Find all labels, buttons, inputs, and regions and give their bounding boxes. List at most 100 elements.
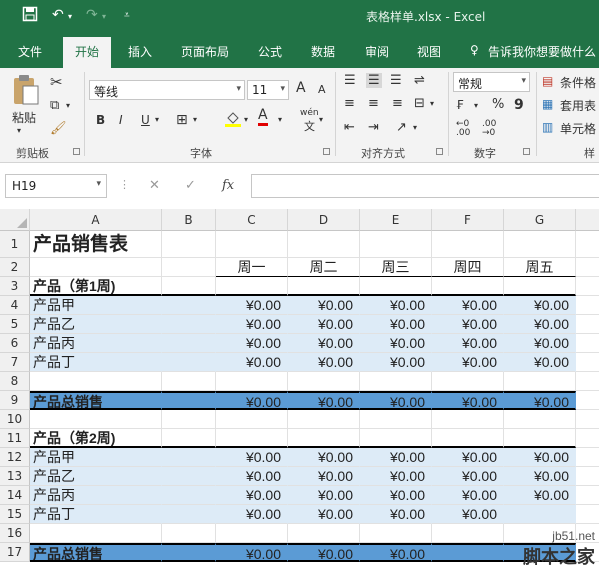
accounting-dropdown-icon[interactable]: ▾ [474,101,478,110]
cell-a[interactable]: 产品丙 [30,334,162,353]
cell-h[interactable] [576,231,599,258]
cell-value[interactable] [360,372,432,391]
cell-h[interactable] [576,486,599,505]
fill-color-dropdown-icon[interactable]: ▾ [244,115,248,124]
cell-value[interactable]: ¥0.00 [288,315,360,334]
cell-value[interactable]: ¥0.00 [504,448,576,467]
col-header-g[interactable]: G [504,209,576,231]
cell-a[interactable]: 产品（第1周) [30,277,162,296]
name-box[interactable]: H19 ▾ [5,174,107,198]
cell-b[interactable] [162,486,216,505]
cell-value[interactable] [504,505,576,524]
row-header[interactable]: 4 [0,296,30,315]
save-icon[interactable] [22,6,38,26]
phonetic-guide-icon[interactable]: wén [300,108,319,118]
increase-indent-icon[interactable]: ⇥ [368,120,379,135]
cell-h[interactable] [576,353,599,372]
formula-input[interactable] [251,174,599,198]
cell-b[interactable] [162,505,216,524]
cell-h[interactable] [576,372,599,391]
cell-value[interactable] [288,410,360,429]
cell-value[interactable] [432,277,504,296]
row-header[interactable]: 12 [0,448,30,467]
tab-file[interactable]: 文件 [18,43,42,60]
orientation-icon[interactable]: ↗ [396,120,407,135]
percent-button[interactable]: % [492,97,504,112]
undo-dropdown-icon[interactable]: ▾ [68,12,72,21]
col-header-c[interactable]: C [216,209,288,231]
cell-value[interactable]: ¥0.00 [216,486,288,505]
cell-value[interactable] [504,410,576,429]
cell-value[interactable] [216,277,288,296]
cell-value[interactable]: ¥0.00 [216,391,288,410]
cell-h[interactable] [576,391,599,410]
row-header[interactable]: 7 [0,353,30,372]
cell-value[interactable]: ¥0.00 [504,467,576,486]
cell-value[interactable]: ¥0.00 [432,486,504,505]
alignment-launcher-icon[interactable] [436,148,443,155]
cell-value[interactable]: ¥0.00 [288,448,360,467]
align-bottom-icon[interactable]: ☰ [390,73,402,88]
tab-data[interactable]: 数据 [311,43,335,60]
tab-insert[interactable]: 插入 [128,43,152,60]
col-header-a[interactable]: A [30,209,162,231]
merge-center-icon[interactable]: ⊟ [414,96,425,111]
cancel-icon[interactable]: ✕ [149,178,160,193]
cell-a[interactable]: 产品总销售 [30,543,162,562]
cell-value[interactable] [288,429,360,448]
cell-value[interactable]: 周五 [504,258,576,277]
cell-a[interactable] [30,258,162,277]
cell-styles-button[interactable]: 单元格 [560,120,596,137]
cell-a[interactable] [30,410,162,429]
cell-value[interactable]: ¥0.00 [432,353,504,372]
cell-value[interactable] [360,277,432,296]
cell-h[interactable] [576,296,599,315]
tab-home[interactable]: 开始 [63,37,112,68]
cell-b[interactable] [162,353,216,372]
cell-value[interactable] [216,429,288,448]
col-header-b[interactable]: B [162,209,216,231]
cell-styles-icon[interactable]: ▥ [542,120,553,134]
row-header[interactable]: 6 [0,334,30,353]
customize-icon[interactable]: ⩡ [124,10,130,21]
cell-value[interactable]: ¥0.00 [360,315,432,334]
cell-value[interactable]: ¥0.00 [432,391,504,410]
italic-button[interactable]: I [119,113,123,127]
accounting-format-icon[interactable]: ₣ [456,98,464,112]
comma-button[interactable]: 9 [514,97,524,113]
cell-b[interactable] [162,372,216,391]
cell-h[interactable] [576,448,599,467]
cell-h[interactable] [576,467,599,486]
cell-value[interactable]: ¥0.00 [216,353,288,372]
cell-value[interactable] [432,372,504,391]
cell-h[interactable] [576,315,599,334]
cell-value[interactable]: ¥0.00 [288,486,360,505]
tab-page-layout[interactable]: 页面布局 [181,43,229,60]
redo-dropdown-icon[interactable]: ▾ [102,12,106,21]
font-launcher-icon[interactable] [323,148,330,155]
col-header-f[interactable]: F [432,209,504,231]
copy-icon[interactable]: ⧉ [50,98,59,113]
cell-value[interactable] [360,231,432,258]
cell-value[interactable]: ¥0.00 [288,296,360,315]
cell-value[interactable]: ¥0.00 [288,391,360,410]
cell-value[interactable]: ¥0.00 [432,448,504,467]
cell-value[interactable]: ¥0.00 [504,353,576,372]
row-header[interactable]: 17 [0,543,30,562]
cell-value[interactable]: 周一 [216,258,288,277]
align-top-icon[interactable]: ☰ [344,73,356,88]
cell-value[interactable] [504,231,576,258]
tab-review[interactable]: 审阅 [365,43,389,60]
conditional-format-button[interactable]: 条件格 [560,74,596,91]
cell-value[interactable] [360,410,432,429]
clipboard-launcher-icon[interactable] [73,148,80,155]
font-color-icon[interactable]: A [258,108,268,126]
fill-color-icon[interactable] [224,110,242,131]
tab-view[interactable]: 视图 [417,43,441,60]
cell-value[interactable]: 周三 [360,258,432,277]
cell-value[interactable]: ¥0.00 [432,467,504,486]
cell-value[interactable]: ¥0.00 [216,505,288,524]
cell-a[interactable]: 产品（第2周) [30,429,162,448]
cell-value[interactable] [288,277,360,296]
paste-icon[interactable] [12,74,40,111]
